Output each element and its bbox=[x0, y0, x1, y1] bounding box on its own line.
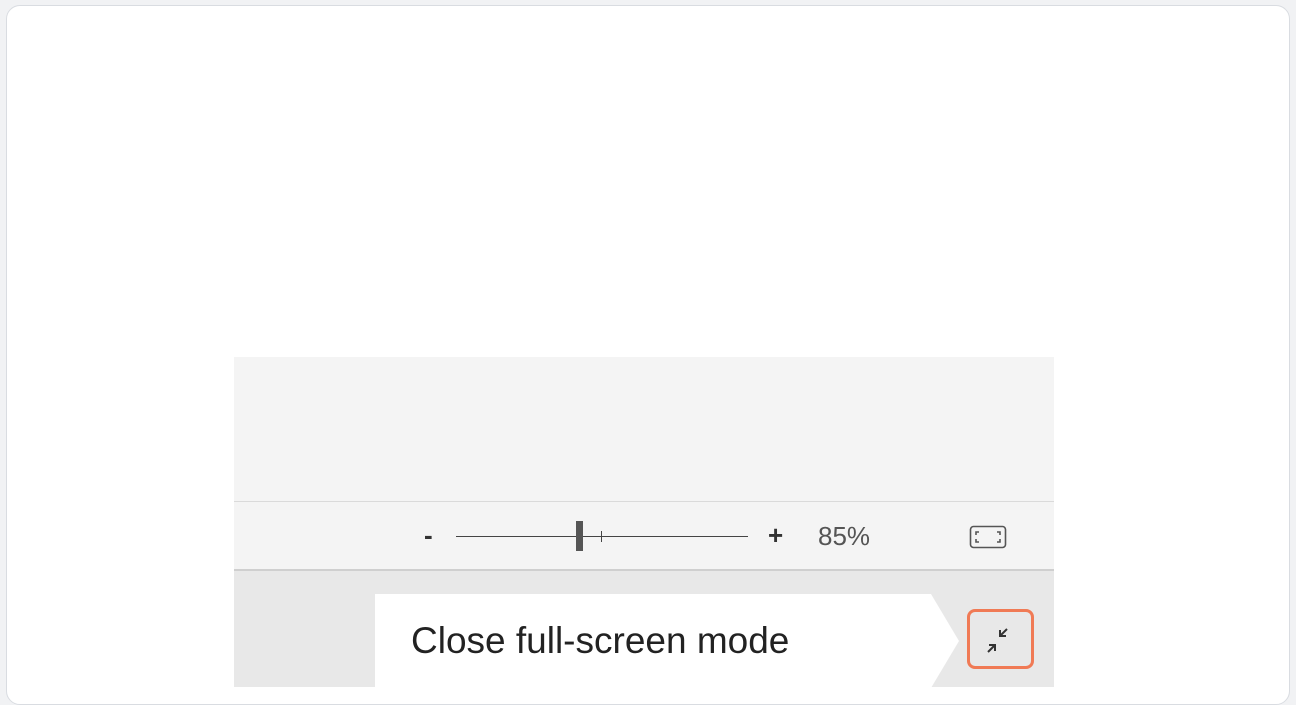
fit-to-window-icon[interactable] bbox=[969, 525, 1007, 549]
zoom-percentage[interactable]: 85% bbox=[818, 521, 870, 551]
status-bar: - + 85% bbox=[234, 501, 1054, 571]
zoom-out-button[interactable]: - bbox=[424, 520, 433, 550]
app-window-crop: - + 85% Close full-screen mode bbox=[234, 357, 1054, 687]
zoom-slider-100-tick bbox=[601, 531, 602, 542]
tooltip-text: Close full-screen mode bbox=[411, 620, 790, 661]
exit-fullscreen-button[interactable] bbox=[967, 609, 1034, 669]
tooltip: Close full-screen mode bbox=[375, 594, 931, 687]
zoom-in-button[interactable]: + bbox=[768, 520, 783, 550]
zoom-slider-thumb[interactable] bbox=[576, 521, 584, 551]
tooltip-pointer bbox=[931, 594, 959, 687]
bottom-toolbar: Close full-screen mode bbox=[234, 571, 1054, 687]
zoom-slider-track[interactable] bbox=[456, 536, 748, 537]
exit-fullscreen-icon bbox=[987, 628, 1008, 653]
